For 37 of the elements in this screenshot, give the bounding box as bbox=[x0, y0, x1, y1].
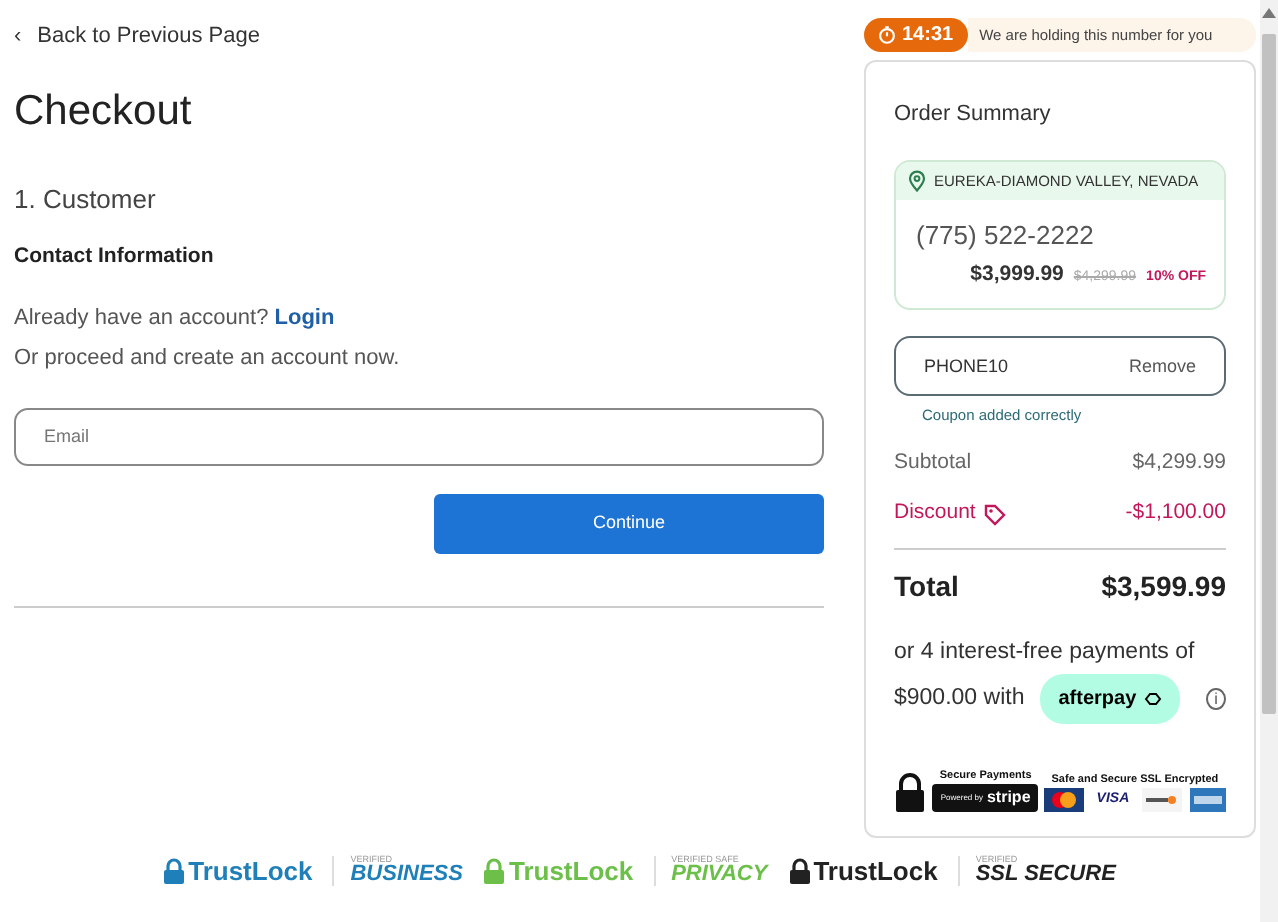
installment-text: $900.00 with bbox=[894, 684, 1025, 714]
discount-label: Discount bbox=[894, 498, 976, 529]
continue-button[interactable]: Continue bbox=[434, 493, 824, 554]
discover-logo-icon bbox=[1141, 788, 1182, 813]
trustlock-logo: TrustLock bbox=[162, 851, 313, 891]
login-link[interactable]: Login bbox=[274, 305, 335, 330]
tag-icon bbox=[983, 503, 1006, 526]
countdown-timer: 14:31 bbox=[864, 18, 968, 53]
afterpay-badge: afterpay bbox=[1040, 674, 1181, 724]
location-pin-icon bbox=[908, 169, 926, 192]
scrollbar-thumb[interactable] bbox=[1262, 34, 1276, 714]
padlock-icon bbox=[894, 772, 927, 813]
discount-amount: -$1,100.00 bbox=[1125, 498, 1226, 529]
trustlock-logo: TrustLock bbox=[482, 851, 634, 891]
email-field[interactable]: Email bbox=[14, 407, 824, 466]
mastercard-logo-icon bbox=[1044, 788, 1085, 813]
timer-icon bbox=[878, 26, 896, 45]
step-heading: 1. Customer bbox=[14, 181, 158, 218]
subtotal-label: Subtotal bbox=[894, 447, 972, 477]
trustlock-logo: TrustLock bbox=[787, 851, 938, 891]
account-prompt: Already have an account? Login bbox=[14, 303, 337, 334]
section-heading: Contact Information bbox=[14, 242, 216, 273]
info-icon[interactable]: i bbox=[1206, 688, 1226, 710]
account-hint: Or proceed and create an account now. bbox=[14, 344, 402, 375]
back-link[interactable]: ‹ Back to Previous Page bbox=[14, 20, 260, 53]
installment-text: or 4 interest-free payments of bbox=[894, 638, 1197, 668]
page-title: Checkout bbox=[14, 85, 194, 136]
summary-title: Order Summary bbox=[894, 100, 1053, 131]
total-amount: $3,599.99 bbox=[1101, 568, 1226, 606]
scroll-up-arrow-icon[interactable] bbox=[1262, 8, 1276, 18]
total-label: Total bbox=[894, 568, 959, 606]
subtotal-amount: $4,299.99 bbox=[1132, 447, 1226, 477]
coupon-field[interactable]: PHONE10 Remove bbox=[894, 336, 1226, 397]
price: $3,999.99 bbox=[970, 259, 1064, 289]
phone-number: (775) 522-2222 bbox=[914, 218, 1096, 254]
amex-logo-icon bbox=[1189, 788, 1226, 813]
remove-button[interactable]: Remove bbox=[1128, 353, 1196, 380]
